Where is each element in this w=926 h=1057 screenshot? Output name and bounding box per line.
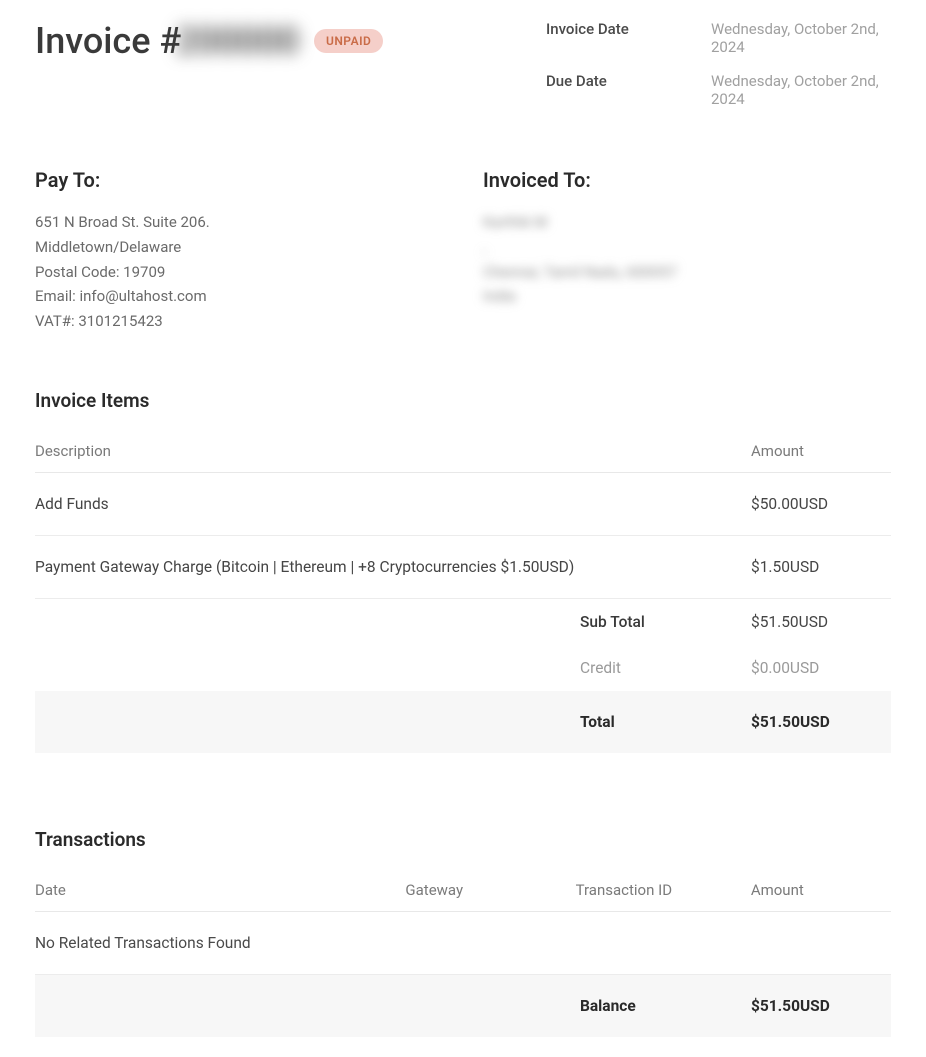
pay-to-line4: Email: info@ultahost.com [35, 284, 443, 309]
item-row: Add Funds $50.00USD [35, 472, 891, 535]
invoice-number: 200000 [176, 20, 299, 62]
total-value: $51.50USD [751, 691, 891, 753]
pay-to-block: Pay To: 651 N Broad St. Suite 206. Middl… [35, 168, 443, 334]
invoice-items-table: Description Amount Add Funds $50.00USD P… [35, 430, 891, 753]
col-txid: Transaction ID [576, 869, 751, 912]
due-date-label: Due Date [546, 72, 661, 108]
transactions-table: Date Gateway Transaction ID Amount [35, 869, 891, 912]
subtotal-value: $51.50USD [751, 598, 891, 645]
invoiced-to-block: Invoiced To: Karthik M , Chennai, Tamil … [443, 168, 891, 334]
invoiced-to-line2: , [483, 235, 891, 260]
invoice-date-label: Invoice Date [546, 20, 661, 56]
credit-label: Credit [35, 645, 751, 691]
invoiced-to-line4: India [483, 284, 891, 309]
pay-to-line5: VAT#: 3101215423 [35, 309, 443, 334]
invoice-items-title: Invoice Items [35, 389, 891, 412]
col-date: Date [35, 869, 405, 912]
invoice-items-section: Invoice Items Description Amount Add Fun… [35, 389, 891, 753]
invoice-title-group: Invoice #200000 UNPAID [35, 20, 383, 62]
pay-to-line3: Postal Code: 19709 [35, 260, 443, 285]
invoice-title: Invoice #200000 [35, 20, 299, 62]
invoice-title-prefix: Invoice # [35, 20, 181, 62]
balance-row: Balance $51.50USD [35, 975, 891, 1037]
col-amount: Amount [751, 430, 891, 473]
invoice-date-value: Wednesday, October 2nd, 2024 [711, 20, 891, 56]
transactions-header-row: Date Gateway Transaction ID Amount [35, 869, 891, 912]
pay-to-title: Pay To: [35, 168, 443, 192]
item-row: Payment Gateway Charge (Bitcoin | Ethere… [35, 535, 891, 598]
item-amount: $50.00USD [751, 472, 891, 535]
invoiced-to-title: Invoiced To: [483, 168, 891, 192]
due-date-row: Due Date Wednesday, October 2nd, 2024 [546, 72, 891, 108]
parties-section: Pay To: 651 N Broad St. Suite 206. Middl… [35, 168, 891, 334]
item-description: Add Funds [35, 472, 751, 535]
due-date-value: Wednesday, October 2nd, 2024 [711, 72, 891, 108]
subtotal-label: Sub Total [35, 598, 751, 645]
pay-to-line2: Middletown/Delaware [35, 235, 443, 260]
item-amount: $1.50USD [751, 535, 891, 598]
status-badge: UNPAID [314, 29, 383, 53]
credit-row: Credit $0.00USD [35, 645, 891, 691]
col-gateway: Gateway [405, 869, 575, 912]
balance-label: Balance [35, 997, 751, 1015]
col-amount: Amount [751, 869, 891, 912]
balance-value: $51.50USD [751, 997, 830, 1015]
total-label: Total [35, 691, 751, 753]
subtotal-row: Sub Total $51.50USD [35, 598, 891, 645]
invoice-date-row: Invoice Date Wednesday, October 2nd, 202… [546, 20, 891, 56]
transactions-title: Transactions [35, 828, 891, 851]
total-row: Total $51.50USD [35, 691, 891, 753]
invoiced-to-line1: Karthik M [483, 210, 891, 235]
pay-to-line1: 651 N Broad St. Suite 206. [35, 210, 443, 235]
items-header-row: Description Amount [35, 430, 891, 473]
col-description: Description [35, 430, 751, 473]
dates-block: Invoice Date Wednesday, October 2nd, 202… [546, 20, 891, 108]
item-description: Payment Gateway Charge (Bitcoin | Ethere… [35, 535, 751, 598]
invoiced-to-line3: Chennai, Tamil Nadu, 600057 [483, 260, 891, 285]
transactions-section: Transactions Date Gateway Transaction ID… [35, 828, 891, 1037]
no-transactions-message: No Related Transactions Found [35, 912, 891, 975]
invoice-header: Invoice #200000 UNPAID Invoice Date Wedn… [35, 20, 891, 108]
credit-value: $0.00USD [751, 645, 891, 691]
